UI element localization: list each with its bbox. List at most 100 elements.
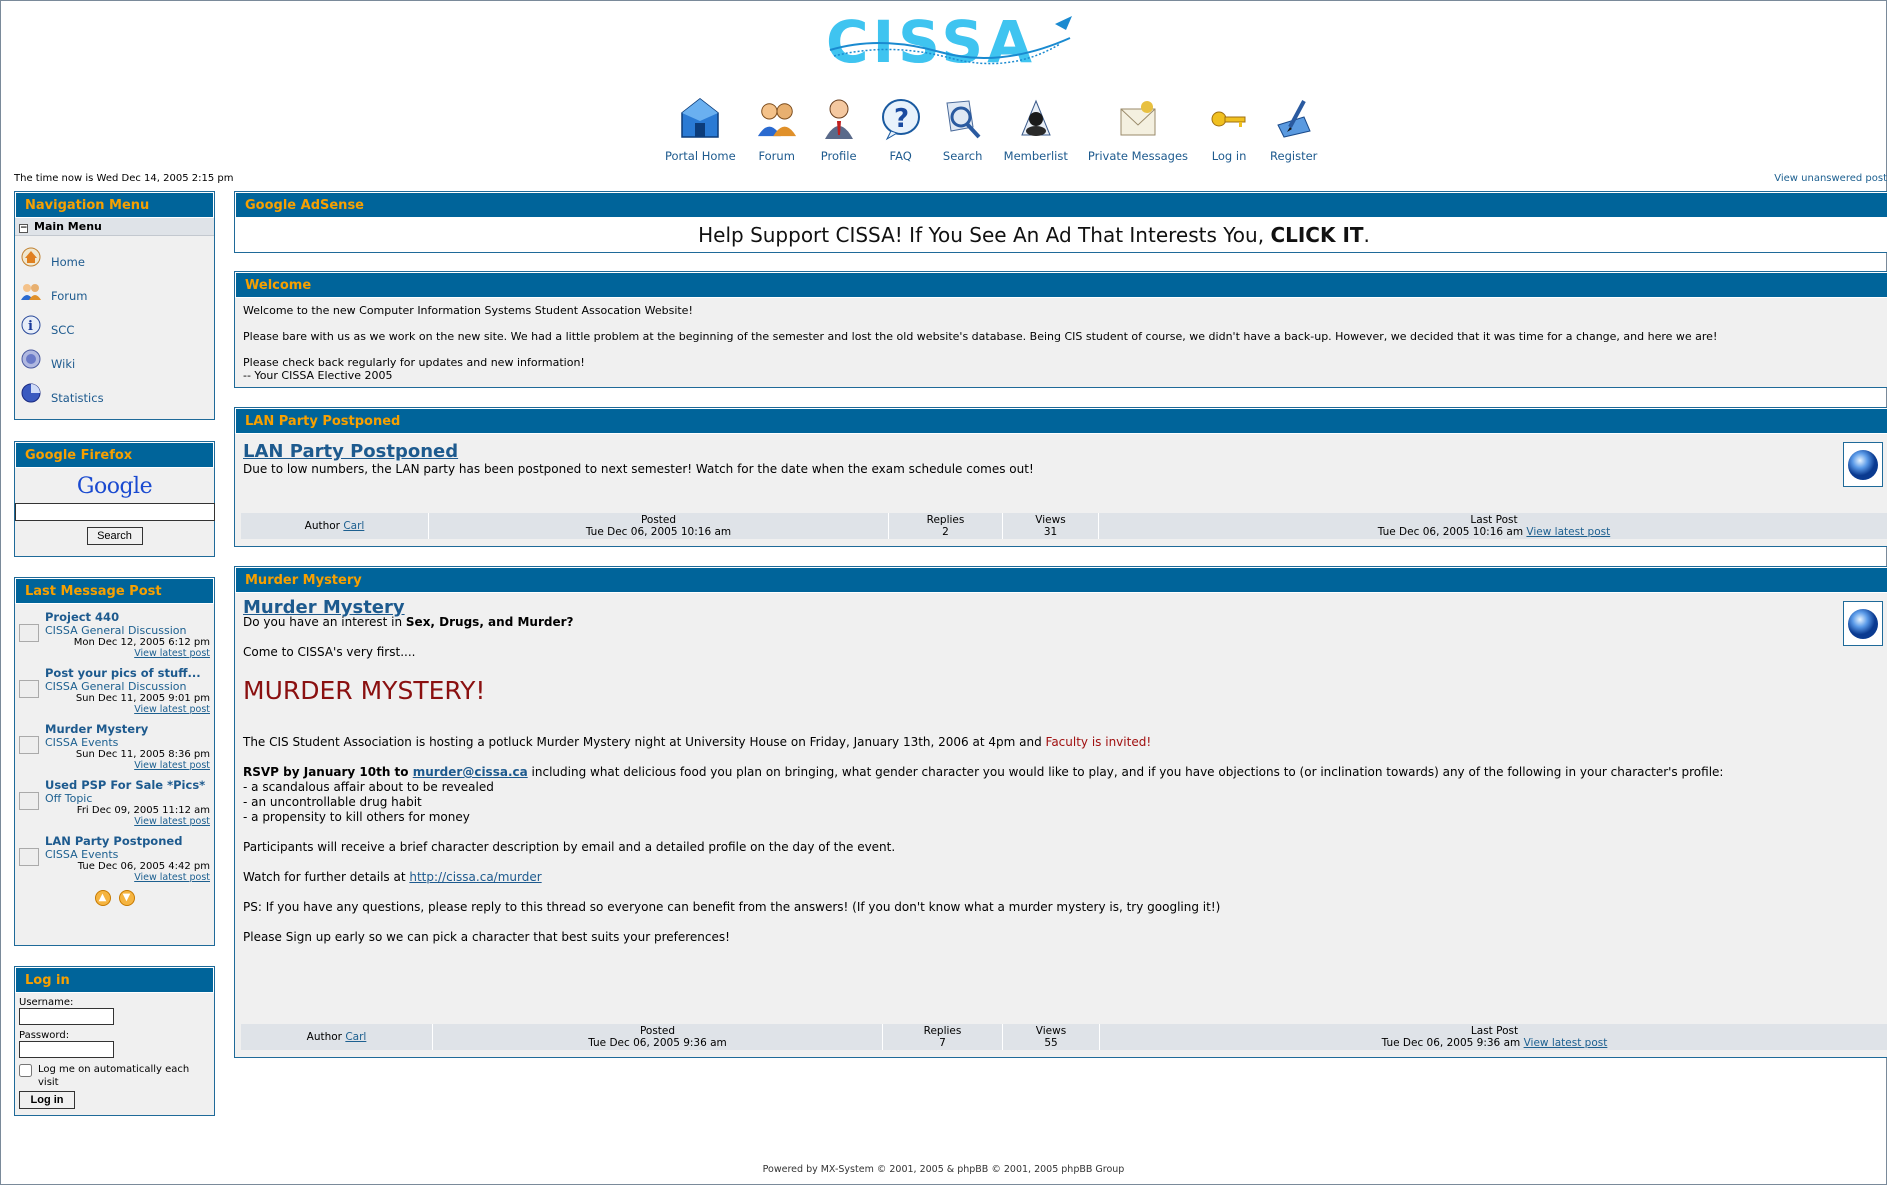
google-search-button[interactable]: Search [86,527,143,545]
news-text: Due to low numbers, the LAN party has be… [243,462,1034,476]
author-link[interactable]: Carl [345,1031,366,1043]
topic-title-link[interactable]: Post your pics of stuff... [45,666,210,680]
replies-count: 2 [942,526,949,538]
nav-label: Log in [1211,149,1247,163]
lastpost-date: Tue Dec 06, 2005 9:36 am [1381,1037,1521,1049]
lastpost-cell: Last Post Tue Dec 06, 2005 10:16 am View … [1099,513,1887,539]
main-menu-toggle[interactable]: − Main Menu [15,218,214,236]
nav-forum[interactable]: Forum [756,95,798,163]
news-title-link[interactable]: LAN Party Postponed [243,441,1885,462]
memberlist-icon [1015,95,1057,143]
welcome-line: Please bare with us as we work on the ne… [243,330,1718,343]
murder-mystery-panel: Murder Mystery Murder Mystery Do you hav… [234,566,1887,1058]
nav-label: Profile [820,149,857,163]
lan-party-panel: LAN Party Postponed LAN Party Postponed … [234,407,1887,547]
view-latest-post-link[interactable]: View latest post [1524,1037,1608,1049]
replies-label: Replies [926,514,965,526]
view-unanswered-link[interactable]: View unanswered post [1774,173,1887,184]
rsvp-bold: RSVP by January 10th to [243,765,413,779]
svg-text:i: i [28,319,33,334]
sidebar-item-scc[interactable]: i SCC [15,308,214,342]
nav-search[interactable]: Search [942,95,984,163]
nav-profile[interactable]: Profile [818,95,860,163]
lastpost-cell: Last Post Tue Dec 06, 2005 9:36 am View l… [1100,1024,1887,1050]
topic-title-link[interactable]: Used PSP For Sale *Pics* [45,778,210,792]
views-label: Views [1035,514,1066,526]
views-cell: Views 55 [1003,1024,1100,1050]
topic-title-link[interactable]: Murder Mystery [45,722,210,736]
murder-details-link[interactable]: http://cissa.ca/murder [409,870,541,884]
username-field[interactable] [19,1008,114,1025]
signup-line: Please Sign up early so we can pick a ch… [243,930,730,944]
forum-link[interactable]: CISSA Events [45,848,210,861]
posted-date: Tue Dec 06, 2005 9:36 am [588,1037,727,1049]
sidebar-item-home[interactable]: Home [15,240,214,274]
list-item: Project 440 CISSA General Discussion Mon… [19,610,210,659]
view-latest-post-link[interactable]: View latest post [45,872,210,883]
menu-label: Forum [51,289,88,303]
forum-link[interactable]: CISSA Events [45,736,210,749]
author-label: Author [304,520,340,532]
view-latest-post-link[interactable]: View latest post [45,760,210,771]
question-icon: ? [880,95,922,143]
remember-me-checkbox[interactable] [19,1064,32,1077]
view-latest-post-link[interactable]: View latest post [45,648,210,659]
big-title: MURDER MYSTERY! [243,676,486,705]
remember-me-label: Log me on automatically each visit [38,1064,190,1088]
login-button[interactable]: Log in [19,1091,75,1109]
list-item: - a scandalous affair about to be reveal… [243,780,494,794]
welcome-line: -- Your CISSA Elective 2005 [243,369,393,382]
list-item: LAN Party Postponed CISSA Events Tue Dec… [19,834,210,883]
ps-line: PS: If you have any questions, please re… [243,900,1221,914]
home-icon [21,247,41,267]
menu-label: SCC [51,323,75,337]
cissa-logo[interactable]: CISSA [820,10,1080,72]
author-cell: Author Carl [241,513,429,539]
author-link[interactable]: Carl [343,520,364,532]
panel-title: Murder Mystery [235,567,1887,593]
replies-cell: Replies 7 [883,1024,1003,1050]
forum-link[interactable]: Off Topic [45,792,210,805]
nav-memberlist[interactable]: Memberlist [1004,95,1068,163]
forum-link[interactable]: CISSA General Discussion [45,680,210,693]
nav-faq[interactable]: ? FAQ [880,95,922,163]
lastpost-date: Tue Dec 06, 2005 10:16 am [1377,526,1524,538]
rsvp-email-link[interactable]: murder@cissa.ca [413,765,528,779]
sidebar-item-statistics[interactable]: Statistics [15,376,214,410]
topic-title-link[interactable]: LAN Party Postponed [45,834,210,848]
posted-date: Tue Dec 06, 2005 10:16 am [585,526,732,538]
topic-image [19,736,39,754]
nav-portal-home[interactable]: Portal Home [665,95,736,163]
nav-label: Forum [758,149,795,163]
google-search-input[interactable] [15,503,215,521]
forum-link[interactable]: CISSA General Discussion [45,624,210,637]
arrow-down-icon[interactable]: ▼ [118,890,135,906]
nav-private-messages[interactable]: Private Messages [1088,95,1188,163]
post-date: Mon Dec 12, 2005 6:12 pm [73,637,210,648]
replies-count: 7 [939,1037,946,1049]
news-title-link[interactable]: Murder Mystery [243,599,1885,617]
nav-log-in[interactable]: Log in [1208,95,1250,163]
sidebar-item-forum[interactable]: Forum [15,274,214,308]
view-latest-post-link[interactable]: View latest post [45,816,210,827]
welcome-line: Please check back regularly for updates … [243,356,585,369]
nav-register[interactable]: Register [1270,95,1317,163]
hosting-text: The CIS Student Association is hosting a… [243,735,1046,749]
welcome-line: Welcome to the new Computer Information … [243,304,693,317]
topic-image [19,624,39,642]
view-latest-post-link[interactable]: View latest post [1526,526,1610,538]
view-latest-post-link[interactable]: View latest post [45,704,210,715]
password-field[interactable] [19,1041,114,1058]
panel-title: Google Firefox [15,442,214,468]
sidebar-item-wiki[interactable]: Wiki [15,342,214,376]
main-menu-label: Main Menu [34,220,102,233]
adsense-click-it: CLICK IT [1270,223,1364,247]
panel-title: Log in [15,967,214,993]
nav-label: Search [942,149,983,163]
svg-text:?: ? [894,104,909,134]
arrow-up-icon[interactable]: ▲ [94,890,111,906]
welcome-panel: Welcome Welcome to the new Computer Info… [234,271,1887,388]
post-date: Fri Dec 09, 2005 11:12 am [76,805,210,816]
topic-title-link[interactable]: Project 440 [45,610,210,624]
topic-stats-bar: Author Carl Posted Tue Dec 06, 2005 9:36 … [241,1024,1887,1050]
